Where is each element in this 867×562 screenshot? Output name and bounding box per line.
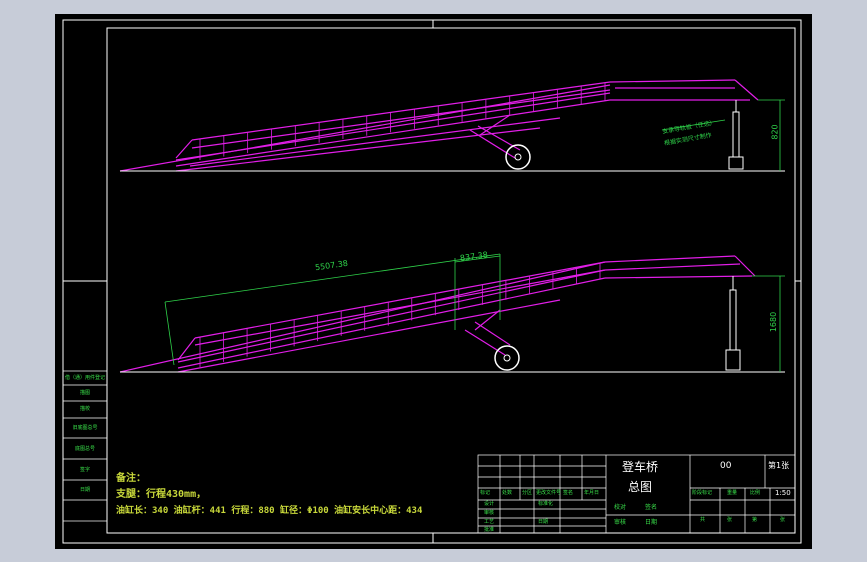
tb-bottom-2: 第	[752, 517, 758, 523]
tb-row-label-4: 签名	[563, 490, 574, 496]
top-height-label: 820	[770, 124, 780, 140]
tb-bottom-0: 共	[700, 517, 706, 523]
notes-line2: 支腿：行程430mm，	[116, 489, 207, 500]
tb-row-label-0: 标记	[480, 490, 491, 496]
tb-row-label-5: 年月日	[584, 490, 600, 496]
side-cell-2: 描校	[79, 406, 90, 412]
tb-left-cell-0: 标准化	[538, 501, 554, 507]
tb-bottom-3: 张	[780, 517, 786, 523]
tb-sign-3: 日期	[645, 519, 658, 526]
side-cell-4: 底图总号	[74, 446, 95, 452]
tb-sign-1: 签名	[645, 504, 658, 511]
tb-row-label-1: 处数	[502, 490, 513, 496]
drawing-number: 00	[720, 461, 732, 471]
notes-line1: 备注：	[116, 473, 146, 484]
side-cell-3: 旧底图总号	[72, 425, 98, 431]
tb-row-label-2: 分区	[522, 490, 533, 496]
side-cell-5: 签字	[79, 467, 90, 473]
side-cell-0: 借（通）用件登记	[64, 375, 105, 381]
tb-sign-0: 校对	[614, 504, 627, 511]
sheet-label: 第1张	[768, 461, 790, 470]
bottom-height-label: 1680	[769, 311, 779, 333]
tb-mid-0: 阶段标记	[692, 490, 713, 496]
side-cell-6: 日期	[79, 487, 90, 493]
tb-row-label-3: 更改文件号	[536, 490, 562, 496]
tb-left-cell-1: 日期	[538, 519, 549, 525]
drawing-sheet	[55, 14, 812, 549]
tb-role-1: 审核	[484, 510, 495, 516]
drawing-title-line2: 总图	[628, 480, 653, 494]
scale-value: 1:50	[775, 489, 791, 497]
notes-line3: 油缸长：340 油缸杆：441 行程：880 缸径：Φ100 油缸安长中心距：4…	[116, 506, 423, 516]
tb-role-2: 工艺	[484, 519, 495, 525]
tb-mid-1: 重量	[727, 490, 738, 496]
tb-sign-2: 审核	[614, 519, 627, 526]
tb-mid-2: 比例	[750, 490, 761, 496]
drawing-title-line1: 登车桥	[622, 460, 659, 474]
tb-role-0: 设计	[484, 501, 495, 507]
tb-bottom-1: 张	[727, 517, 733, 523]
side-cell-1: 描图	[79, 390, 90, 396]
tb-role-3: 批准	[484, 527, 495, 533]
